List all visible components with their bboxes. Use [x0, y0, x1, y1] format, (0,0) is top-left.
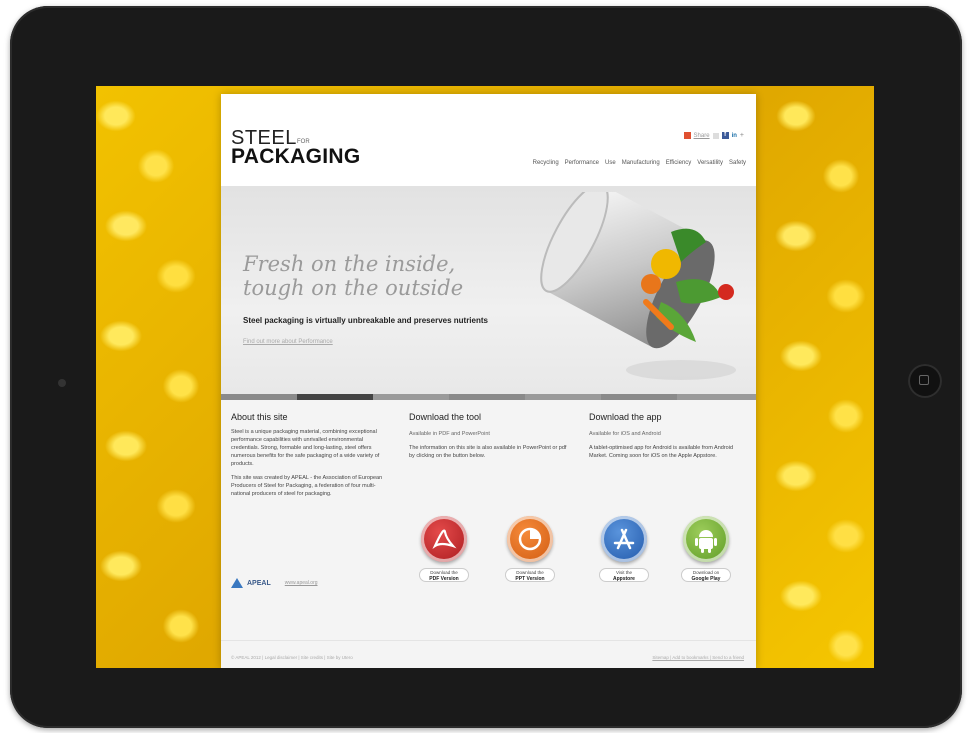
- android-btn-line2: Google Play: [691, 576, 721, 582]
- about-para1: Steel is a unique packaging material, co…: [231, 429, 380, 467]
- android-download-circle[interactable]: [683, 516, 729, 562]
- ios-btn-line1: Visit the: [616, 570, 632, 575]
- hero-subheading: Steel packaging is virtually unbreakable…: [243, 316, 488, 325]
- website: STEEL FOR PACKAGING Share f in + Recycli…: [221, 94, 756, 668]
- ppt-btn-line2: PPT Version: [515, 576, 545, 582]
- pdf-download-button[interactable]: Download the PDF Version: [419, 568, 469, 582]
- about-column: About this site Steel is a unique packag…: [231, 412, 391, 498]
- hero-heading-line2: tough on the outside: [243, 276, 464, 300]
- screen: STEEL FOR PACKAGING Share f in + Recycli…: [96, 86, 874, 668]
- plus-icon[interactable]: +: [740, 132, 744, 139]
- apeal-triangle-icon: [231, 578, 243, 588]
- site-footer: © APEAL 2012 | Legal disclaimer | Site c…: [221, 640, 756, 668]
- pdf-btn-line2: PDF Version: [429, 576, 459, 582]
- logo-packaging[interactable]: PACKAGING: [231, 146, 360, 168]
- nav-recycling[interactable]: Recycling: [533, 160, 559, 166]
- nav-performance[interactable]: Performance: [565, 160, 599, 166]
- social-links: Share f in +: [683, 132, 744, 139]
- nav-manufacturing[interactable]: Manufacturing: [622, 160, 660, 166]
- footer-right[interactable]: Sitemap | Add to bookmarks | Send to a f…: [652, 655, 744, 660]
- app-available: Available for iOS and Android: [589, 431, 661, 437]
- ppt-download-circle[interactable]: [507, 516, 553, 562]
- pdf-download-circle[interactable]: [421, 516, 467, 562]
- nav-use[interactable]: Use: [605, 160, 616, 166]
- vegetable-can-image: [540, 192, 736, 380]
- share-link[interactable]: Share: [694, 133, 710, 139]
- nav-safety[interactable]: Safety: [729, 160, 746, 166]
- content-columns: About this site Steel is a unique packag…: [221, 400, 756, 640]
- tool-available: Available in PDF and PowerPoint: [409, 431, 490, 437]
- home-button[interactable]: [908, 364, 942, 398]
- ppt-download-button[interactable]: Download the PPT Version: [505, 568, 555, 582]
- pdf-btn-line1: Download the: [430, 570, 458, 575]
- about-title: About this site: [231, 412, 288, 422]
- main-nav: Recycling Performance Use Manufacturing …: [533, 160, 746, 166]
- nav-efficiency[interactable]: Efficiency: [666, 160, 692, 166]
- apeal-link[interactable]: www.apeal.org: [285, 580, 318, 586]
- ios-btn-line2: Appstore: [613, 576, 635, 582]
- site-header: STEEL FOR PACKAGING Share f in + Recycli…: [221, 94, 756, 186]
- acrobat-icon: [432, 529, 457, 550]
- nav-versatility[interactable]: Versatility: [697, 160, 723, 166]
- apeal-logo-text: APEAL: [247, 579, 271, 587]
- powerpoint-icon: [518, 527, 542, 551]
- share-icon[interactable]: [683, 132, 691, 139]
- linkedin-icon[interactable]: in: [732, 133, 737, 139]
- about-para2: This site was created by APEAL - the Ass…: [231, 475, 383, 497]
- tool-column: Download the tool Available in PDF and P…: [409, 412, 569, 460]
- ios-download-button[interactable]: Visit the Appstore: [599, 568, 649, 582]
- hero-banner: Fresh on the inside, tough on the outsid…: [221, 186, 756, 394]
- hero-link[interactable]: Find out more about Performance: [243, 339, 333, 345]
- app-para: A tablet-optimised app for Android is av…: [589, 445, 733, 459]
- camera: [58, 379, 66, 387]
- hero-heading: Fresh on the inside, tough on the outsid…: [243, 252, 463, 300]
- tool-title: Download the tool: [409, 412, 482, 422]
- apeal-logo[interactable]: APEAL www.apeal.org: [231, 578, 318, 588]
- ppt-btn-line1: Download the: [516, 570, 544, 575]
- bookmark-icon[interactable]: [712, 132, 719, 139]
- app-title: Download the app: [589, 412, 662, 422]
- android-download-button[interactable]: Download on Google Play: [681, 568, 731, 582]
- hero-heading-line1: Fresh on the inside,: [243, 252, 456, 276]
- ios-download-circle[interactable]: [601, 516, 647, 562]
- tool-para: The information on this site is also ava…: [409, 445, 567, 459]
- android-robot-icon: [695, 530, 717, 553]
- facebook-icon[interactable]: f: [721, 132, 729, 139]
- footer-left[interactable]: © APEAL 2012 | Legal disclaimer | Site c…: [231, 655, 353, 660]
- android-btn-line1: Download on: [692, 570, 720, 575]
- app-column: Download the app Available for iOS and A…: [589, 412, 749, 460]
- app-store-icon: [613, 528, 635, 550]
